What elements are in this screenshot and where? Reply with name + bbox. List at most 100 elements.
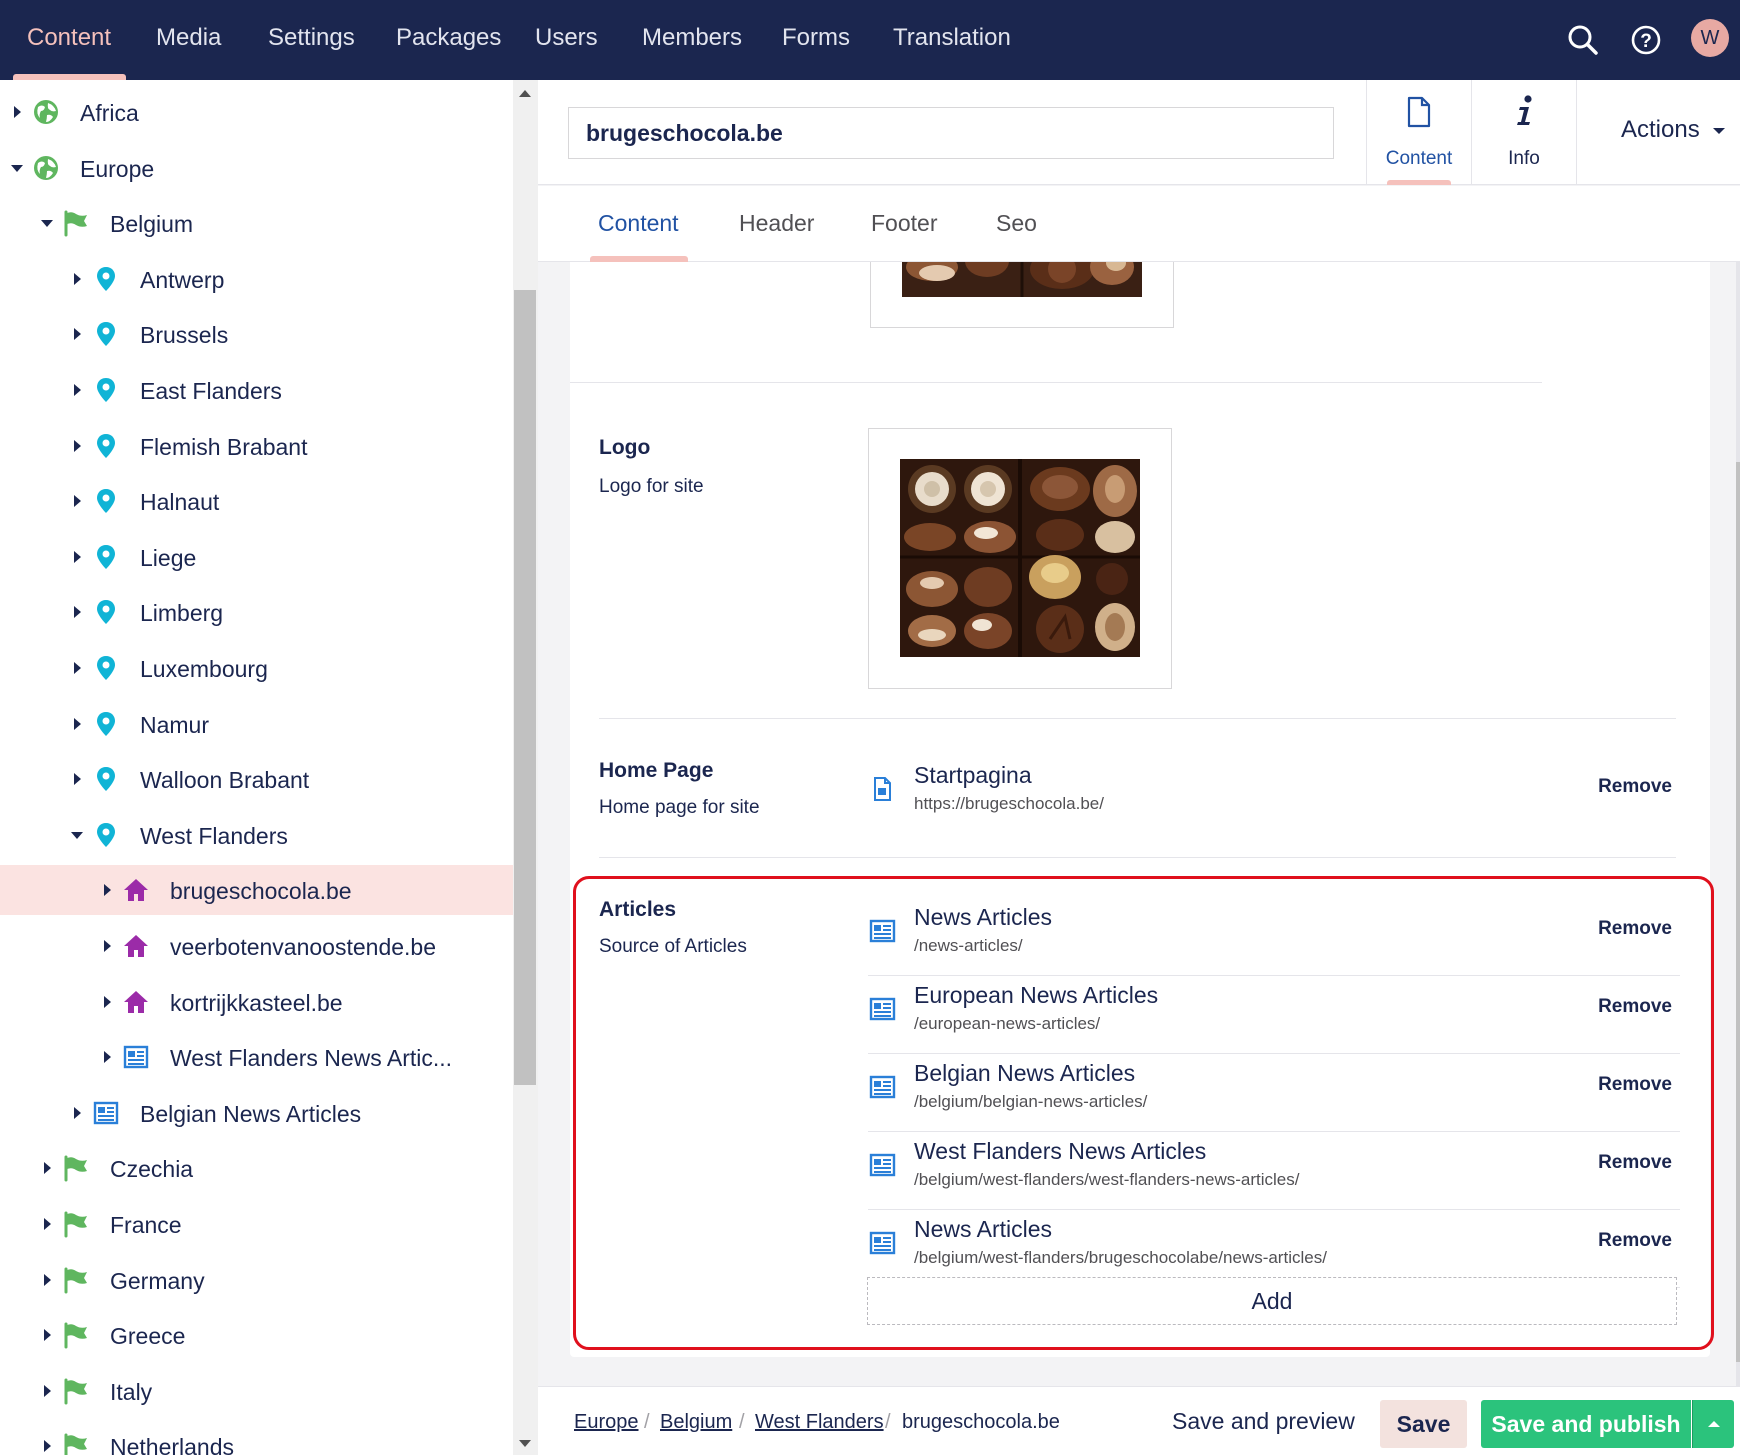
caret-right-icon[interactable]	[40, 1273, 54, 1287]
tree-item[interactable]: Limberg	[0, 587, 513, 637]
user-avatar[interactable]: W	[1691, 19, 1729, 57]
nav-users[interactable]: Users	[535, 0, 598, 80]
caret-down-icon[interactable]	[10, 161, 24, 175]
tree-item[interactable]: Czechia	[0, 1143, 513, 1193]
home-icon	[122, 932, 150, 960]
caret-right-icon[interactable]	[40, 1217, 54, 1231]
tree-item[interactable]: Flemish Brabant	[0, 421, 513, 471]
logo-chocolate-image	[900, 459, 1140, 657]
tree-item[interactable]: Belgium	[0, 198, 513, 248]
tree-item[interactable]: Europe	[0, 143, 513, 193]
caret-right-icon[interactable]	[70, 550, 84, 564]
breadcrumb-separator: /	[739, 1411, 745, 1433]
tree-item[interactable]: France	[0, 1199, 513, 1249]
caret-right-icon[interactable]	[70, 772, 84, 786]
tree-item[interactable]: Luxembourg	[0, 643, 513, 693]
tree-item[interactable]: brugeschocola.be	[0, 865, 513, 916]
caret-right-icon[interactable]	[40, 1161, 54, 1175]
nav-settings[interactable]: Settings	[268, 0, 355, 80]
caret-right-icon[interactable]	[100, 995, 114, 1009]
tree-item[interactable]: Namur	[0, 699, 513, 749]
top-navigation: Content Media Settings Packages Users Me…	[0, 0, 1740, 80]
caret-down-icon[interactable]	[70, 828, 84, 842]
save-button[interactable]: Save	[1380, 1400, 1467, 1448]
tree-item[interactable]: Walloon Brabant	[0, 754, 513, 804]
globe-icon	[32, 98, 60, 126]
svg-text:?: ?	[1640, 31, 1652, 52]
caret-right-icon[interactable]	[70, 327, 84, 341]
tree-item[interactable]: Germany	[0, 1255, 513, 1305]
caret-right-icon[interactable]	[70, 605, 84, 619]
caret-right-icon[interactable]	[70, 272, 84, 286]
tree-item[interactable]: Halnaut	[0, 476, 513, 526]
publish-options-button[interactable]	[1692, 1400, 1734, 1448]
caret-right-icon[interactable]	[40, 1384, 54, 1398]
tree-item[interactable]: kortrijkkasteel.be	[0, 977, 513, 1027]
nav-members[interactable]: Members	[642, 0, 742, 80]
scroll-down-arrow[interactable]	[519, 1440, 531, 1447]
logo-description: Logo for site	[599, 476, 704, 497]
save-and-preview-button[interactable]: Save and preview	[1172, 1408, 1355, 1435]
flag-icon	[62, 1154, 90, 1182]
home-page-picked-item: Startpagina https://brugeschocola.be/ Re…	[868, 756, 1680, 834]
home-page-item-name[interactable]: Startpagina	[914, 762, 1032, 789]
caret-down-icon	[1713, 127, 1726, 134]
tree-scroll-thumb[interactable]	[514, 290, 536, 1085]
tab-header[interactable]: Header	[739, 210, 814, 237]
tree-item[interactable]: Liege	[0, 532, 513, 582]
tree-item-label: brugeschocola.be	[170, 878, 352, 905]
editor-scrollbar[interactable]	[1736, 262, 1740, 1386]
tab-footer[interactable]: Footer	[871, 210, 937, 237]
app-info-button[interactable]: Info	[1471, 80, 1576, 185]
logo-image-box[interactable]	[868, 428, 1172, 689]
tree-item[interactable]: veerbotenvanoostende.be	[0, 921, 513, 971]
tree-item[interactable]: Italy	[0, 1366, 513, 1416]
nav-media[interactable]: Media	[156, 0, 221, 80]
breadcrumb-belgium[interactable]: Belgium	[660, 1411, 732, 1434]
caret-right-icon[interactable]	[10, 105, 24, 119]
save-and-publish-button[interactable]: Save and publish	[1481, 1400, 1691, 1448]
tree-item[interactable]: Antwerp	[0, 254, 513, 304]
tab-seo[interactable]: Seo	[996, 210, 1037, 237]
tree-scrollbar[interactable]	[513, 80, 538, 1455]
nav-translation[interactable]: Translation	[893, 0, 1011, 80]
breadcrumb-west-flanders[interactable]: West Flanders	[755, 1411, 884, 1434]
tree-item[interactable]: Belgian News Articles	[0, 1088, 513, 1138]
tree-item-label: Limberg	[140, 600, 224, 627]
scroll-up-arrow[interactable]	[519, 90, 531, 97]
caret-right-icon[interactable]	[70, 439, 84, 453]
caret-right-icon[interactable]	[70, 1106, 84, 1120]
caret-right-icon[interactable]	[40, 1328, 54, 1342]
tree-item[interactable]: Netherlands	[0, 1421, 513, 1455]
editor-scroll-thumb[interactable]	[1736, 462, 1740, 1362]
help-icon[interactable]: ?	[1626, 20, 1666, 60]
caret-right-icon[interactable]	[100, 883, 114, 897]
search-icon[interactable]	[1563, 20, 1603, 60]
caret-right-icon[interactable]	[70, 383, 84, 397]
actions-dropdown[interactable]: Actions	[1621, 116, 1726, 144]
tree-item[interactable]: East Flanders	[0, 365, 513, 415]
tree-item[interactable]: Greece	[0, 1310, 513, 1360]
node-name-input[interactable]	[568, 107, 1334, 159]
caret-right-icon[interactable]	[70, 661, 84, 675]
caret-down-icon[interactable]	[40, 216, 54, 230]
caret-right-icon[interactable]	[40, 1439, 54, 1453]
caret-right-icon[interactable]	[100, 1050, 114, 1064]
caret-right-icon[interactable]	[70, 494, 84, 508]
caret-right-icon[interactable]	[70, 717, 84, 731]
app-active-indicator	[1387, 180, 1451, 185]
nav-forms[interactable]: Forms	[782, 0, 850, 80]
nav-content[interactable]: Content	[27, 0, 111, 80]
tree-item[interactable]: Brussels	[0, 309, 513, 359]
tree-item[interactable]: West Flanders News Artic...	[0, 1032, 513, 1082]
breadcrumb-europe[interactable]: Europe	[574, 1411, 639, 1434]
home-page-remove-button[interactable]: Remove	[1598, 776, 1672, 798]
app-content-button[interactable]: Content	[1366, 80, 1471, 185]
tree-item[interactable]: West Flanders	[0, 810, 513, 860]
previous-image-box[interactable]	[870, 262, 1174, 328]
nav-packages[interactable]: Packages	[396, 0, 501, 80]
app-info-label: Info	[1508, 148, 1540, 169]
tree-item[interactable]: Africa	[0, 87, 513, 137]
caret-right-icon[interactable]	[100, 939, 114, 953]
tab-content[interactable]: Content	[598, 210, 679, 237]
